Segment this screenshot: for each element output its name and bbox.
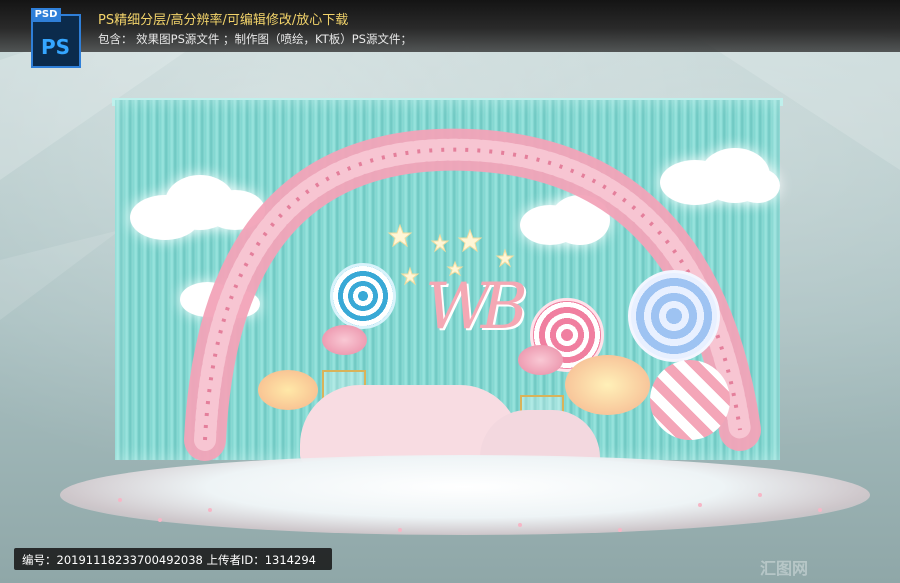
scene: WB 汇图网 汇图网 PS精细分层/高分辨率/可编辑修改/放心下载 包含： 效果…	[0, 0, 900, 583]
petal-scatter	[118, 493, 822, 532]
psd-file-icon: PSD PS	[31, 8, 81, 68]
feature-line: PS精细分层/高分辨率/可编辑修改/放心下载	[98, 13, 349, 28]
watermark: 汇图网	[760, 559, 809, 578]
id-text: 编号：20191118233700492038 上传者ID：1314294	[22, 553, 316, 567]
ps-label: PS	[41, 35, 71, 59]
info-bar: PS精细分层/高分辨率/可编辑修改/放心下载 包含： 效果图PS源文件 ；制作图…	[0, 0, 900, 52]
contents-line: 包含： 效果图PS源文件 ；制作图（喷绘，KT板）PS源文件；	[98, 32, 412, 46]
id-footer: 编号：20191118233700492038 上传者ID：1314294	[14, 548, 332, 570]
psd-tab-label: PSD	[31, 8, 61, 22]
